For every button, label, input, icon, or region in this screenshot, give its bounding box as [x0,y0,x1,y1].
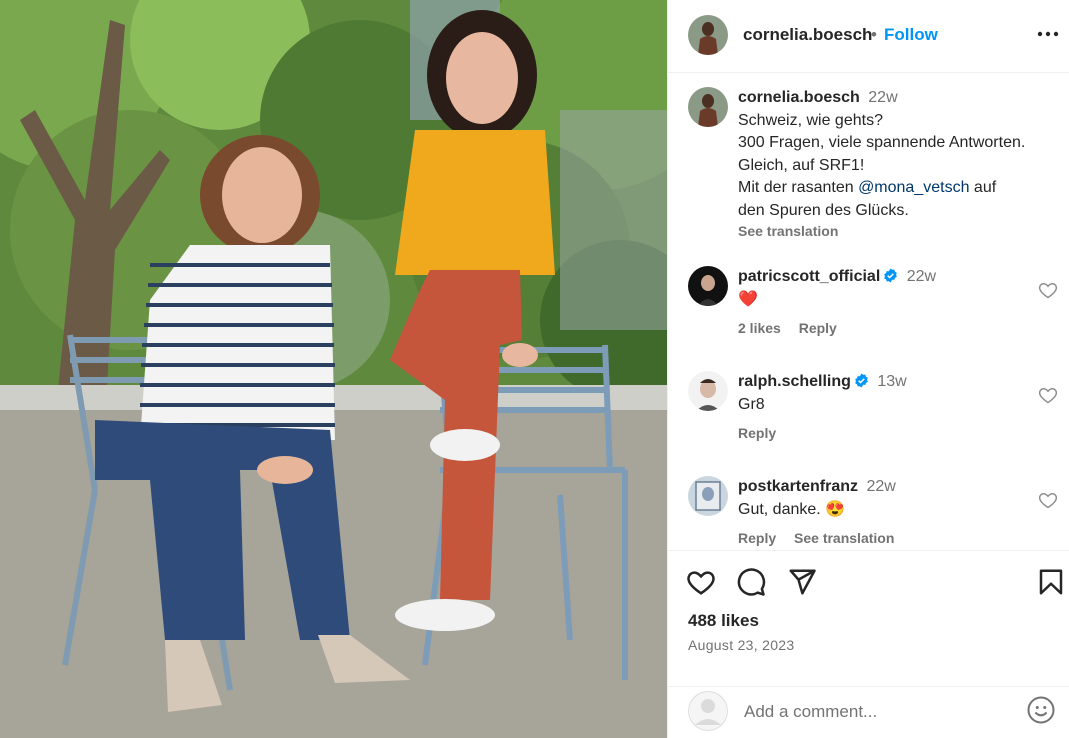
likes-count[interactable]: 488 likes [688,611,759,631]
post-photo[interactable] [0,0,667,738]
more-icon[interactable] [1034,20,1062,48]
see-translation-link[interactable]: See translation [738,220,1028,243]
caption-text: auf [969,179,997,196]
author-avatar[interactable] [688,15,728,55]
verified-icon [884,268,898,283]
comment-meta: Reply [738,422,1028,445]
caption-line: Schweiz, wie gehts? [738,111,883,129]
current-user-avatar [688,691,728,731]
photo-illustration [0,0,667,738]
post-sidebar: cornelia.boesch • Follow cornelia.boesch [667,0,1069,738]
heart-icon[interactable] [1038,280,1058,300]
commenter-avatar[interactable] [688,266,728,306]
caption-username[interactable]: cornelia.boesch [738,89,860,106]
reply-button[interactable]: Reply [738,530,776,546]
follow-button[interactable]: Follow [884,25,938,45]
comment-time[interactable]: 22w [866,478,895,495]
post-header: cornelia.boesch • Follow [668,0,1069,73]
comment-likes[interactable]: 2 likes [738,320,781,336]
commenter-avatar[interactable] [688,371,728,411]
caption-text: Mit der rasanten [738,179,859,196]
comment-body: ralph.schelling 13w Gr8 Reply [738,371,1028,445]
share-icon[interactable] [787,567,817,597]
comment-text: ❤️ [738,290,758,308]
comment-meta: Reply See translation [738,527,1028,550]
post-date[interactable]: August 23, 2023 [688,637,794,653]
comment-username[interactable]: postkartenfranz [738,478,858,495]
heart-icon[interactable] [686,567,716,597]
mention-link[interactable]: @mona_vetsch [858,179,969,196]
bookmark-icon[interactable] [1036,567,1066,597]
see-translation-link[interactable]: See translation [794,530,894,546]
comment-input[interactable] [744,700,1014,724]
heart-icon[interactable] [1038,385,1058,405]
comment-icon[interactable] [736,567,766,597]
caption-line: 300 Fragen, viele spannende Antworten. [738,134,1026,151]
verified-icon [855,373,868,388]
action-bar: 488 likes August 23, 2023 [668,550,1069,686]
comment-username[interactable]: patricscott_official [738,268,880,285]
commenter-avatar[interactable] [688,476,728,516]
comment-time[interactable]: 13w [877,373,906,390]
comment-text: Gr8 [738,395,765,413]
comment-username[interactable]: ralph.schelling [738,373,851,390]
caption-time[interactable]: 22w [868,89,897,106]
caption-line: Mit der rasanten @mona_vetsch auf [738,177,1028,200]
caption-body: cornelia.boesch 22w Schweiz, wie gehts? … [738,87,1028,243]
emoji-icon[interactable] [1026,695,1056,725]
reply-button[interactable]: Reply [738,425,776,441]
separator-dot: • [871,25,877,44]
comment-meta: 2 likes Reply [738,317,1028,340]
comments-list[interactable]: cornelia.boesch 22w Schweiz, wie gehts? … [668,73,1069,550]
reply-button[interactable]: Reply [799,320,837,336]
caption-line: Gleich, auf SRF1! [738,156,865,174]
add-comment-bar [668,686,1069,738]
caption-line: den Spuren des Glücks. [738,201,909,219]
comment-time[interactable]: 22w [907,268,936,285]
heart-icon[interactable] [1038,490,1058,510]
comment-body: patricscott_official 22w ❤️ 2 likes Repl… [738,266,1028,340]
comment-body: postkartenfranz 22w Gut, danke. 😍 Reply … [738,476,1028,550]
comment-text: Gut, danke. 😍 [738,500,846,518]
author-avatar[interactable] [688,87,728,127]
author-username[interactable]: cornelia.boesch [743,25,872,45]
